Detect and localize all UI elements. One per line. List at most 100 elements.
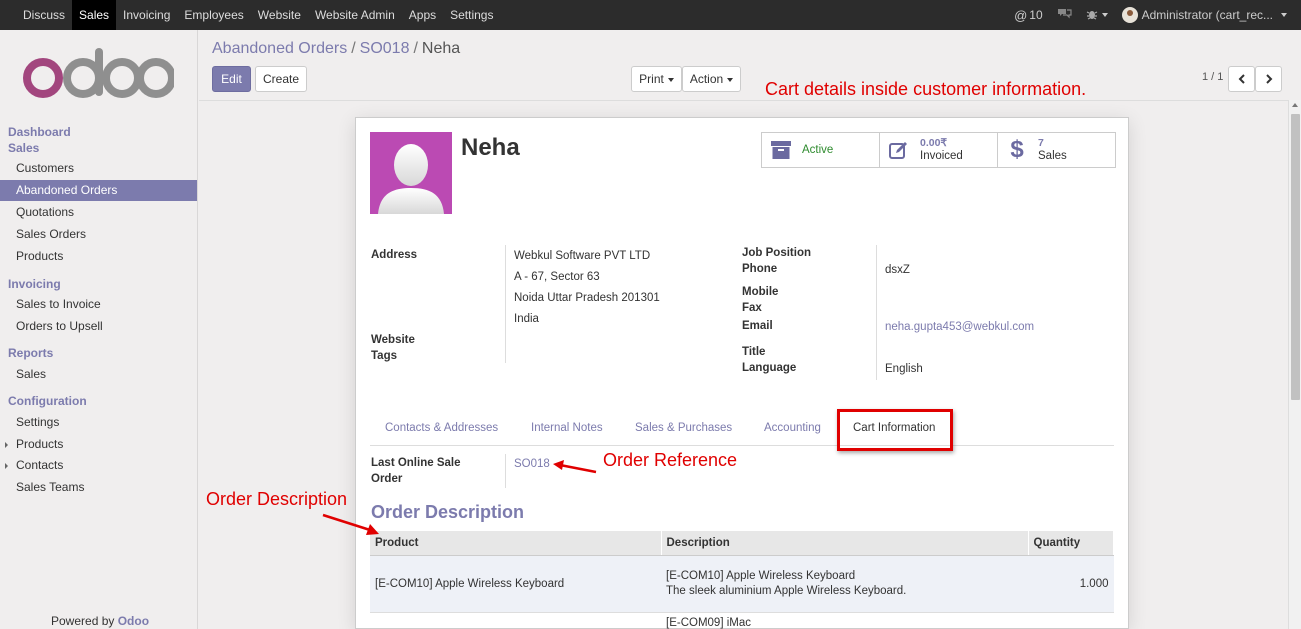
field-divider <box>876 245 877 380</box>
edit-button[interactable]: Edit <box>212 66 251 92</box>
email-label: Email <box>742 320 773 332</box>
sidebar-section-reports: Reports <box>8 346 54 360</box>
website-label: Website <box>371 334 415 346</box>
odoo-logo <box>23 48 174 98</box>
address-line-3: Noida Uttar Pradesh 201301 <box>514 292 660 304</box>
breadcrumb-abandoned-orders[interactable]: Abandoned Orders <box>212 40 347 57</box>
pencil-square-icon <box>886 141 912 159</box>
create-button[interactable]: Create <box>255 66 307 92</box>
partner-avatar[interactable] <box>370 132 452 214</box>
last-order-link[interactable]: SO018 <box>514 458 550 470</box>
cell-product <box>370 612 661 629</box>
chevron-right-icon <box>1265 74 1272 84</box>
sidebar: Dashboard Sales Customers Abandoned Orde… <box>0 30 198 629</box>
last-order-label-line-2: Order <box>371 473 403 485</box>
email-link[interactable]: neha.gupta453@webkul.com <box>885 321 1034 333</box>
sales-button[interactable]: $ 7 Sales <box>997 132 1116 168</box>
action-label: Action <box>689 72 724 86</box>
breadcrumb-so018[interactable]: SO018 <box>360 40 410 57</box>
phone-label: Phone <box>742 263 778 275</box>
field-divider <box>505 454 506 488</box>
menu-website-admin[interactable]: Website Admin <box>308 0 402 30</box>
menu-invoicing[interactable]: Invoicing <box>116 0 177 30</box>
sidebar-item-sales-to-invoice[interactable]: Sales to Invoice <box>0 294 197 315</box>
sales-count: 7 <box>1038 137 1044 149</box>
scrollbar[interactable] <box>1288 100 1301 629</box>
pager-next-button[interactable] <box>1255 66 1282 92</box>
column-description[interactable]: Description <box>661 531 1029 556</box>
menu-website[interactable]: Website <box>251 0 308 30</box>
order-description-title: Order Description <box>371 502 525 522</box>
sidebar-item-abandoned-orders[interactable]: Abandoned Orders <box>0 180 197 201</box>
sidebar-section-configuration: Configuration <box>8 394 87 408</box>
sidebar-item-config-products[interactable]: Products <box>0 434 197 455</box>
breadcrumb-current: Neha <box>421 40 461 57</box>
fax-label: Fax <box>742 302 762 314</box>
at-icon: @ <box>1014 7 1028 23</box>
sidebar-item-sales-teams[interactable]: Sales Teams <box>0 477 197 498</box>
cell-description: [E-COM10] Apple Wireless Keyboard The sl… <box>661 555 1028 613</box>
highlight-box <box>837 409 953 451</box>
sidebar-item-contacts[interactable]: Contacts <box>0 455 197 476</box>
menu-sales[interactable]: Sales <box>72 0 117 30</box>
debug-menu[interactable] <box>1086 8 1108 23</box>
sidebar-item-quotations[interactable]: Quotations <box>0 202 197 223</box>
menu-apps[interactable]: Apps <box>402 0 443 30</box>
sidebar-item-settings[interactable]: Settings <box>0 412 197 433</box>
bug-icon <box>1086 8 1098 23</box>
address-label: Address <box>371 249 418 261</box>
menu-discuss[interactable]: Discuss <box>16 0 72 30</box>
notebook-tabs: Contacts & Addresses Internal Notes Sale… <box>370 408 1114 446</box>
pager-previous-button[interactable] <box>1228 66 1255 92</box>
menu-settings[interactable]: Settings <box>443 0 500 30</box>
sidebar-item-customers[interactable]: Customers <box>0 158 197 179</box>
sidebar-section-dashboard[interactable]: Dashboard <box>8 125 71 139</box>
scrollbar-thumb[interactable] <box>1291 114 1300 400</box>
chevron-down-icon <box>1281 13 1287 17</box>
tab-internal-notes[interactable]: Internal Notes <box>531 422 603 434</box>
sidebar-section-sales: Sales <box>8 141 40 155</box>
annotation-order-description: Order Description <box>206 489 348 509</box>
sidebar-item-products[interactable]: Products <box>0 246 197 267</box>
table-row[interactable]: [E-COM10] Apple Wireless Keyboard [E-COM… <box>370 555 1114 613</box>
tags-label: Tags <box>371 350 397 362</box>
mentions-count: 10 <box>1029 8 1043 22</box>
sidebar-item-sales-orders[interactable]: Sales Orders <box>0 224 197 245</box>
table-row[interactable]: [E-COM09] iMac <box>370 612 1114 629</box>
action-dropdown[interactable]: Action <box>682 66 741 92</box>
person-silhouette-icon <box>378 144 444 214</box>
invoiced-button[interactable]: 0.00₹ Invoiced <box>879 132 998 168</box>
caret-right-icon <box>5 442 8 448</box>
tab-contacts-addresses[interactable]: Contacts & Addresses <box>385 422 498 434</box>
powered-brand-link[interactable]: Odoo <box>118 614 149 628</box>
scroll-up-arrow-icon[interactable] <box>1292 103 1298 107</box>
invoiced-stat: 0.00₹ Invoiced <box>920 137 963 163</box>
address-line-2: A - 67, Sector 63 <box>514 271 600 283</box>
column-product[interactable]: Product <box>370 531 662 556</box>
language-value: English <box>885 363 923 375</box>
mentions-indicator[interactable]: @ 10 <box>1014 8 1043 23</box>
cell-quantity <box>1028 612 1114 629</box>
active-label: Active <box>802 143 834 156</box>
column-quantity[interactable]: Quantity <box>1028 531 1114 556</box>
powered-by: Powered by Odoo <box>51 614 149 628</box>
chevron-down-icon <box>667 77 674 82</box>
sidebar-item-orders-to-upsell[interactable]: Orders to Upsell <box>0 316 197 337</box>
sidebar-item-label: Contacts <box>16 458 64 472</box>
breadcrumb: Abandoned Orders / SO018/Neha <box>212 40 460 58</box>
sidebar-item-label: Products <box>16 437 64 451</box>
user-menu[interactable]: Administrator (cart_rec... <box>1121 7 1287 23</box>
tab-accounting[interactable]: Accounting <box>764 422 821 434</box>
active-toggle-button[interactable]: Active <box>761 132 880 168</box>
print-dropdown[interactable]: Print <box>631 66 682 92</box>
menu-employees[interactable]: Employees <box>177 0 250 30</box>
top-menu-bar: Discuss Sales Invoicing Employees Websit… <box>0 0 1301 30</box>
pager-value: 1 / 1 <box>1202 71 1224 83</box>
chat-icon[interactable] <box>1057 7 1072 23</box>
tab-sales-purchases[interactable]: Sales & Purchases <box>635 422 732 434</box>
arrow-icon <box>322 513 379 535</box>
cell-quantity: 1.000 <box>1028 555 1114 613</box>
sidebar-item-reports-sales[interactable]: Sales <box>0 364 197 385</box>
annotation-order-reference: Order Reference <box>603 450 738 470</box>
description-line-2: The sleek aluminium Apple Wireless Keybo… <box>666 585 907 597</box>
